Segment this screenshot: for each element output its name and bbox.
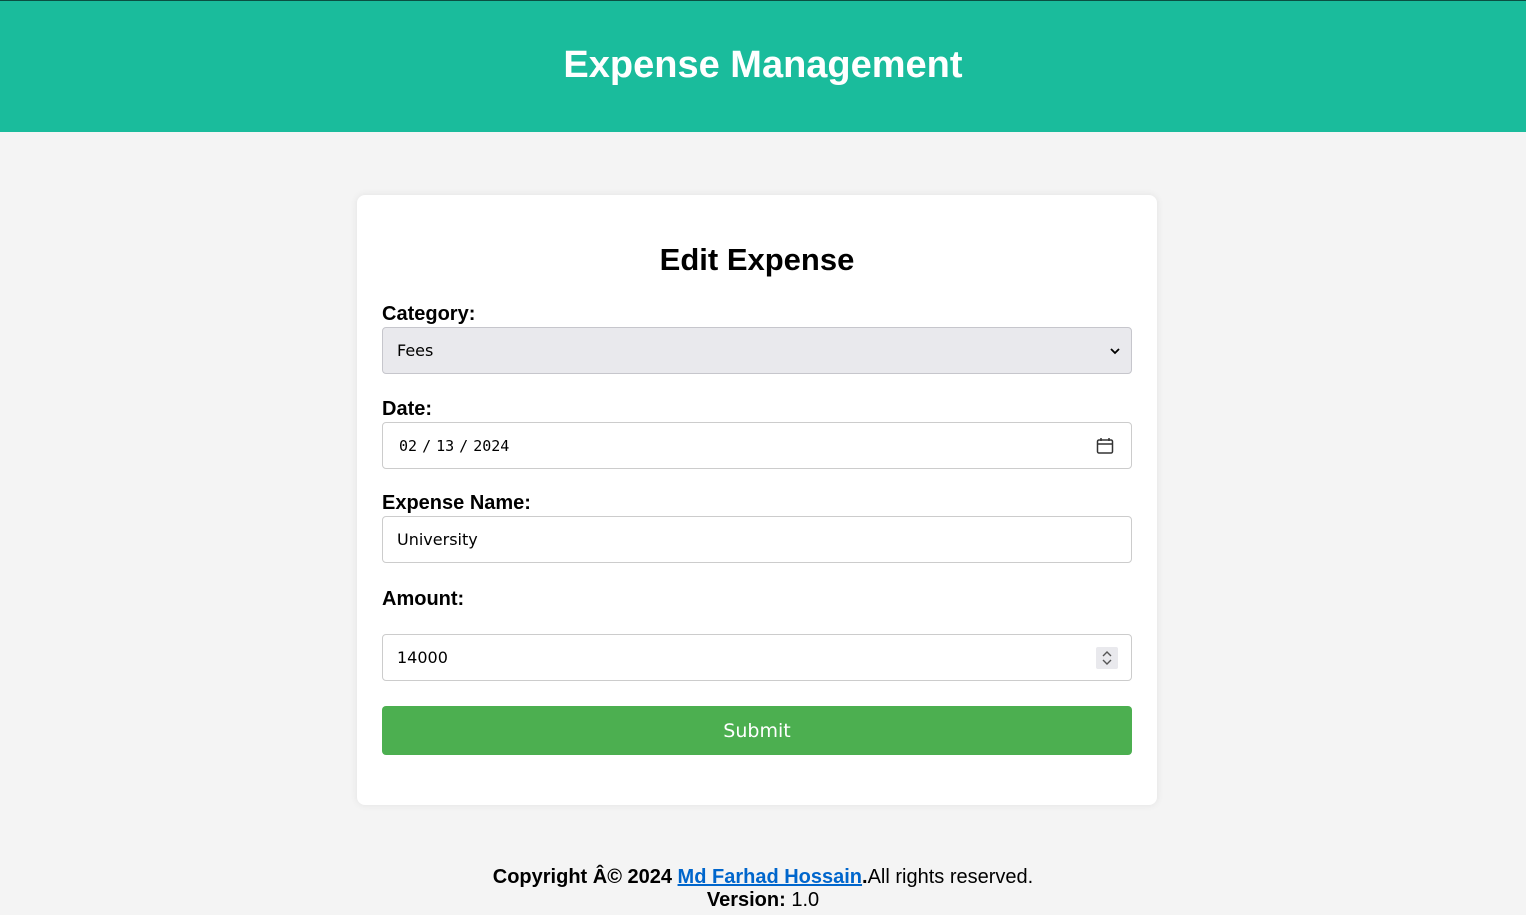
version-line: Version: 1.0 — [0, 889, 1526, 912]
expense-name-input[interactable]: University — [382, 516, 1132, 563]
date-year[interactable]: 2024 — [473, 437, 509, 455]
form-title: Edit Expense — [659, 242, 855, 277]
date-separator: / — [422, 436, 432, 455]
date-label: Date: — [382, 398, 433, 420]
expense-name-label: Expense Name: — [382, 492, 531, 514]
amount-value: 14000 — [397, 648, 448, 667]
category-select[interactable]: Fees — [382, 327, 1132, 374]
author-link[interactable]: Md Farhad Hossain — [678, 866, 862, 888]
category-value: Fees — [397, 341, 434, 360]
copyright-text: Copyright Â© 2024 — [492, 866, 672, 888]
date-separator: / — [459, 436, 469, 455]
page-footer: Copyright Â© 2024 Md Farhad Hossain.All … — [0, 866, 1526, 912]
amount-label: Amount: — [382, 588, 465, 610]
chevron-down-icon — [1110, 347, 1120, 354]
rights-statement: All rights reserved. — [867, 866, 1034, 888]
category-label: Category: — [382, 303, 476, 325]
expense-name-value: University — [397, 530, 478, 549]
date-month[interactable]: 02 — [399, 437, 417, 455]
rights-text: .All rights reserved. — [862, 866, 1033, 888]
date-input[interactable]: 02 / 13 / 2024 — [382, 422, 1132, 469]
version-label: Version: — [706, 889, 786, 911]
amount-input[interactable]: 14000 — [382, 634, 1132, 681]
spinner-icon[interactable] — [1096, 646, 1118, 669]
calendar-icon[interactable] — [1096, 437, 1114, 455]
submit-button[interactable]: Submit — [382, 706, 1132, 755]
page-header: Expense Management — [0, 0, 1526, 132]
app-title: Expense Management — [563, 44, 963, 86]
date-day[interactable]: 13 — [436, 437, 454, 455]
copyright-line: Copyright Â© 2024 Md Farhad Hossain.All … — [0, 866, 1526, 889]
version-value: 1.0 — [791, 889, 820, 911]
